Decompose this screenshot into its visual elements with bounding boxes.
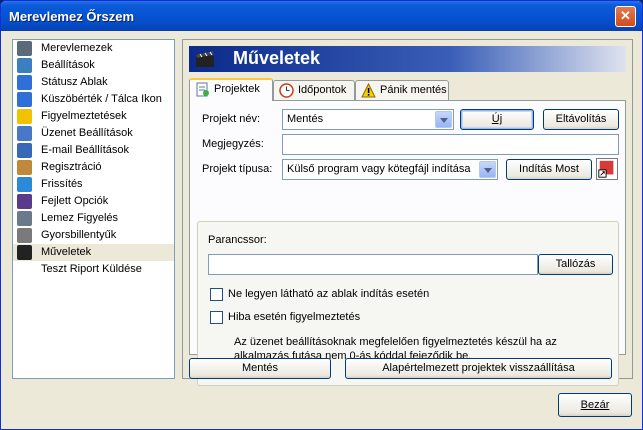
project-name-value: Mentés	[287, 113, 324, 125]
warning-icon	[361, 83, 376, 98]
clock-icon	[279, 83, 294, 98]
section-header: Műveletek	[189, 46, 626, 72]
sidebar-item-label: Küszöbérték / Tálca Ikon	[41, 93, 162, 105]
registration-icon	[17, 160, 32, 175]
sidebar-item-6[interactable]: Üzenet Beállítások	[13, 125, 174, 142]
sidebar-item-label: Lemez Figyelés	[41, 212, 119, 224]
tab-schedules-label: Időpontok	[298, 84, 347, 96]
sidebar-item-10[interactable]: Fejlett Opciók	[13, 193, 174, 210]
sidebar-item-1[interactable]: Merevlemezek	[13, 40, 174, 57]
new-project-label: Új	[491, 113, 503, 125]
tray-icon	[17, 92, 32, 107]
sidebar-item-9[interactable]: Frissítés	[13, 176, 174, 193]
close-button-label: Bezár	[580, 399, 610, 411]
project-name-label: Projekt név:	[202, 113, 261, 125]
sidebar-item-3[interactable]: Státusz Ablak	[13, 74, 174, 91]
message-icon	[17, 126, 32, 141]
sidebar-item-13[interactable]: Műveletek	[13, 244, 174, 261]
projects-tab-body: Projekt név: Mentés Új Eltávolítás Megje…	[189, 100, 626, 386]
warning-icon	[17, 109, 32, 124]
sidebar-item-11[interactable]: Lemez Figyelés	[13, 210, 174, 227]
hard-disk-icon	[17, 41, 32, 56]
sidebar-item-14[interactable]: Teszt Riport Küldése	[13, 261, 174, 278]
sidebar-item-label: Üzenet Beállítások	[41, 127, 133, 139]
project-type-value: Külső program vagy kötegfájl indítása	[287, 163, 471, 175]
keyboard-icon	[17, 228, 32, 243]
client-area: Merevlemezek Beállítások Státusz Ablak Küsz…	[4, 31, 639, 427]
warn-error-label: Hiba esetén figyelmeztetés	[228, 311, 361, 323]
sidebar-item-2[interactable]: Beállítások	[13, 57, 174, 74]
remove-project-button[interactable]: Eltávolítás	[543, 109, 619, 130]
sidebar-item-4[interactable]: Küszöbérték / Tálca Ikon	[13, 91, 174, 108]
advanced-icon	[17, 194, 32, 209]
hide-window-label: Ne legyen látható az ablak indítás eseté…	[228, 288, 430, 300]
sidebar-item-label: Merevlemezek	[41, 42, 113, 54]
sidebar-item-5[interactable]: Figyelmeztetések	[13, 108, 174, 125]
actions-panel: Műveletek Projektek Időpontok Pánik ment…	[182, 39, 633, 386]
close-button[interactable]: Bezár	[558, 393, 632, 417]
email-icon	[17, 143, 32, 158]
settings-icon	[17, 58, 32, 73]
clapper-icon	[17, 245, 32, 260]
command-line-label: Parancssor:	[208, 234, 267, 246]
comment-label: Megjegyzés:	[202, 138, 264, 150]
comment-input[interactable]	[282, 134, 619, 155]
browse-button[interactable]: Tallózás	[538, 254, 613, 275]
tab-projects-label: Projektek	[214, 83, 260, 95]
title-bar[interactable]: Merevlemez Őrszem ✕	[1, 1, 642, 31]
sidebar-item-label: Regisztráció	[41, 161, 102, 173]
sidebar-item-label: Státusz Ablak	[41, 76, 108, 88]
sidebar-item-label: Frissítés	[41, 178, 83, 190]
command-line-input[interactable]	[208, 254, 538, 275]
sidebar-item-label: Figyelmeztetések	[41, 110, 127, 122]
chevron-down-icon[interactable]	[479, 161, 496, 178]
start-now-button[interactable]: Indítás Most	[506, 159, 592, 180]
new-project-button[interactable]: Új	[460, 109, 534, 130]
monitor-icon	[17, 211, 32, 226]
save-button[interactable]: Mentés	[189, 358, 331, 379]
chevron-down-icon[interactable]	[435, 111, 452, 128]
shortcut-icon	[598, 160, 614, 178]
sidebar-item-label: Műveletek	[41, 246, 92, 258]
sidebar-list[interactable]: Merevlemezek Beállítások Státusz Ablak Küsz…	[12, 39, 175, 379]
shortcut-link-icon[interactable]	[596, 158, 618, 180]
main-window: Merevlemez Őrszem ✕ Merevlemezek Beállítá…	[0, 0, 643, 430]
hide-window-checkbox[interactable]	[210, 288, 223, 301]
sidebar-item-8[interactable]: Regisztráció	[13, 159, 174, 176]
project-type-label: Projekt típusa:	[202, 163, 273, 175]
sidebar-item-label: E-mail Beállítások	[41, 144, 130, 156]
project-type-combo[interactable]: Külső program vagy kötegfájl indítása	[282, 159, 498, 180]
tab-panic-save[interactable]: Pánik mentés	[355, 80, 449, 100]
sidebar-item-label: Gyorsbillentyűk	[41, 229, 117, 241]
tab-projects[interactable]: Projektek	[189, 78, 273, 101]
window-icon	[17, 75, 32, 90]
tab-schedules[interactable]: Időpontok	[273, 80, 355, 100]
sidebar-item-label: Teszt Riport Küldése	[41, 263, 142, 275]
window-title: Merevlemez Őrszem	[9, 9, 135, 24]
sidebar-item-7[interactable]: E-mail Beállítások	[13, 142, 174, 159]
globe-icon	[17, 177, 32, 192]
close-window-button[interactable]: ✕	[615, 6, 636, 27]
sidebar-item-label: Fejlett Opciók	[41, 195, 109, 207]
tab-panic-save-label: Pánik mentés	[380, 84, 447, 96]
warn-error-checkbox[interactable]	[210, 311, 223, 324]
sidebar-item-label: Beállítások	[41, 59, 95, 71]
clapper-icon	[196, 51, 214, 67]
sidebar-item-12[interactable]: Gyorsbillentyűk	[13, 227, 174, 244]
section-title: Műveletek	[233, 48, 321, 68]
document-icon	[196, 82, 209, 97]
restore-defaults-button[interactable]: Alapértelmezett projektek visszaállítása	[345, 358, 612, 379]
project-name-combo[interactable]: Mentés	[282, 109, 454, 130]
